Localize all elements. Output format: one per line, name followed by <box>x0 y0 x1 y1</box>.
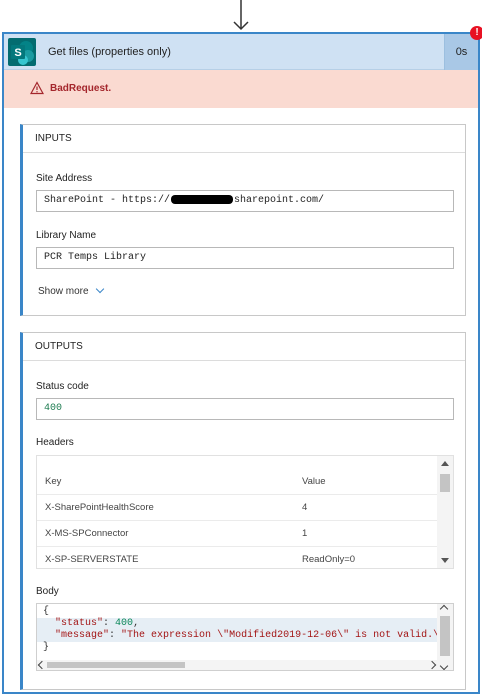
library-name-field[interactable]: PCR Temps Library <box>36 247 454 269</box>
error-message: BadRequest. <box>50 83 112 94</box>
outputs-section-title: OUTPUTS <box>23 333 465 361</box>
connector-arrow-icon <box>233 0 249 31</box>
header-key: X-SP-SERVERSTATE <box>45 554 139 565</box>
inputs-section: INPUTS Site Address SharePoint - https:/… <box>20 124 466 316</box>
outputs-section: OUTPUTS Status code 400 Headers Key Valu… <box>20 332 466 690</box>
header-value: 1 <box>302 528 308 539</box>
action-header[interactable]: S Get files (properties only) 0s ! <box>4 26 482 70</box>
column-key: Key <box>45 476 62 487</box>
site-address-field[interactable]: SharePoint - https:// sharepoint.com/ <box>36 190 454 212</box>
headers-label: Headers <box>36 437 74 448</box>
scrollbar-thumb[interactable] <box>440 616 450 656</box>
chevron-down-icon[interactable] <box>439 661 449 670</box>
chevron-up-icon[interactable] <box>439 604 449 614</box>
table-row: X-SharePointHealthScore 4 <box>37 495 439 521</box>
status-code-label: Status code <box>36 381 89 392</box>
json-sep: : <box>103 618 116 629</box>
json-key: "status" <box>55 618 104 629</box>
header-value: ReadOnly=0 <box>302 554 356 565</box>
scrollbar-thumb[interactable] <box>47 662 185 668</box>
inputs-section-title: INPUTS <box>23 125 465 153</box>
json-brace: } <box>43 642 50 653</box>
library-name-label: Library Name <box>36 230 97 241</box>
code-line: } <box>37 642 439 654</box>
scroll-up-icon[interactable] <box>441 461 449 466</box>
header-value: 4 <box>302 502 308 513</box>
body-code-editor[interactable]: { "status": 400, "message": "The express… <box>36 603 454 671</box>
code-line: { <box>37 606 439 618</box>
column-value: Value <box>302 476 326 487</box>
status-code-field[interactable]: 400 <box>36 398 454 420</box>
site-address-label: Site Address <box>36 173 93 184</box>
chevron-down-icon <box>95 284 104 294</box>
redacted-text <box>171 194 234 204</box>
header-key: X-MS-SPConnector <box>45 528 129 539</box>
warning-icon <box>30 81 44 95</box>
duration-badge: 0s <box>444 34 478 70</box>
headers-scrollbar[interactable] <box>437 456 453 568</box>
action-card: S Get files (properties only) 0s ! BadRe… <box>2 26 482 694</box>
site-address-suffix: sharepoint.com/ <box>234 195 325 206</box>
json-comma: , <box>133 618 140 629</box>
error-status-icon: ! <box>470 26 482 40</box>
chevron-left-icon[interactable] <box>37 660 47 670</box>
error-banner: BadRequest. <box>4 70 478 108</box>
json-brace: { <box>43 606 50 617</box>
sharepoint-icon: S <box>8 38 36 66</box>
show-more-link[interactable]: Show more <box>38 284 104 297</box>
json-string: "The expression \"Modified2019-12-06\" i… <box>121 630 446 641</box>
json-sep: : <box>109 630 122 641</box>
code-line: "message": "The expression \"Modified201… <box>37 630 445 642</box>
chevron-right-icon[interactable] <box>427 660 437 670</box>
table-row: X-MS-SPConnector 1 <box>37 521 439 547</box>
code-line: "status": 400, <box>37 618 439 630</box>
json-key: "message" <box>55 630 110 641</box>
body-horizontal-scrollbar[interactable] <box>37 660 439 670</box>
header-key: X-SharePointHealthScore <box>45 502 154 513</box>
table-row: X-SP-SERVERSTATE ReadOnly=0 <box>37 547 439 568</box>
headers-table[interactable]: Key Value X-SharePointHealthScore 4 X-MS… <box>36 455 454 569</box>
scrollbar-thumb[interactable] <box>440 474 450 492</box>
json-number: 400 <box>115 618 134 629</box>
svg-text:S: S <box>14 47 21 59</box>
body-vertical-scrollbar[interactable] <box>437 604 453 670</box>
scroll-down-icon[interactable] <box>441 558 449 563</box>
show-more-label: Show more <box>38 286 89 297</box>
site-address-prefix: SharePoint - https:// <box>44 195 171 206</box>
headers-table-header: Key Value <box>37 469 439 495</box>
action-title: Get files (properties only) <box>48 46 171 58</box>
body-label: Body <box>36 586 59 597</box>
